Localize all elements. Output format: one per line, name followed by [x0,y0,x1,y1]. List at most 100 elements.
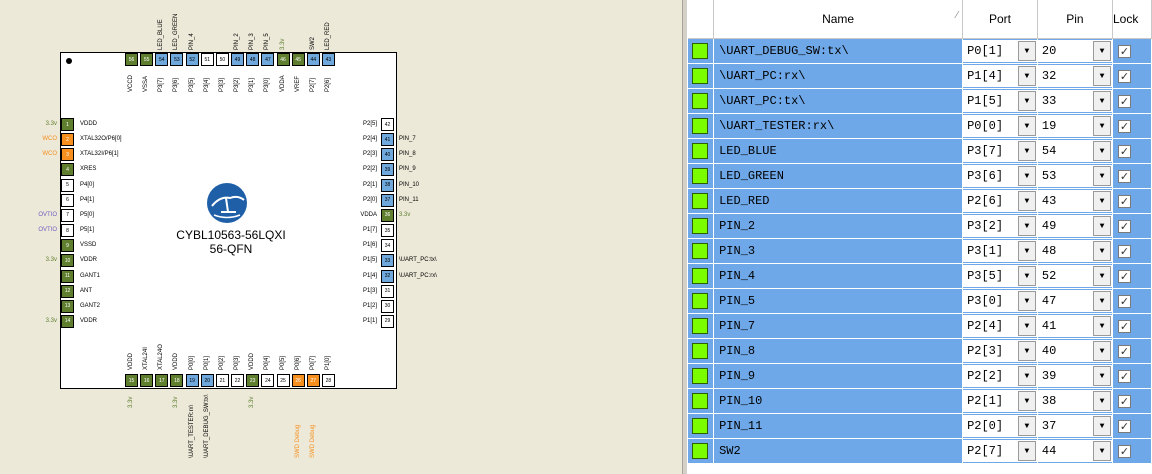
chevron-down-icon[interactable]: ▼ [1017,391,1036,411]
pin-36[interactable]: 36 [381,208,394,222]
pin-19[interactable]: 19 [185,374,199,387]
row-port-cell[interactable]: P1[5] ▼ [962,88,1038,114]
chevron-down-icon[interactable]: ▼ [1017,191,1036,211]
port-dropdown[interactable]: P0[0] ▼ [963,115,1037,137]
chevron-down-icon[interactable]: ▼ [1092,166,1111,186]
row-pin-cell[interactable]: 37 ▼ [1037,413,1113,439]
port-dropdown[interactable]: P1[5] ▼ [963,90,1037,112]
port-dropdown[interactable]: P0[1] ▼ [963,40,1037,62]
pin-dropdown[interactable]: 54 ▼ [1037,140,1112,162]
pin-dropdown[interactable]: 37 ▼ [1037,415,1112,437]
row-name-cell[interactable]: \UART_TESTER:rx\ [713,113,964,139]
row-name-cell[interactable]: PIN_7 [713,313,964,339]
port-dropdown[interactable]: P2[6] ▼ [963,190,1037,212]
row-pin-cell[interactable]: 39 ▼ [1037,363,1113,389]
header-pin[interactable]: Pin [1037,0,1113,39]
row-pin-cell[interactable]: 40 ▼ [1037,338,1113,364]
pin-dropdown[interactable]: 32 ▼ [1037,65,1112,87]
chevron-down-icon[interactable]: ▼ [1092,216,1111,236]
pin-22[interactable]: 22 [231,374,245,387]
port-dropdown[interactable]: P2[2] ▼ [963,365,1037,387]
row-port-cell[interactable]: P2[7] ▼ [962,438,1038,464]
pin-39[interactable]: 39 [381,163,394,177]
pin-32[interactable]: 32 [381,269,394,283]
chevron-down-icon[interactable]: ▼ [1092,291,1111,311]
color-swatch[interactable] [692,193,708,209]
chevron-down-icon[interactable]: ▼ [1017,116,1036,136]
table-row[interactable]: PIN_11 P2[0] ▼ 37 ▼ ✓ [688,413,1152,439]
pin-23[interactable]: 23 [246,374,260,387]
chevron-down-icon[interactable]: ▼ [1017,341,1036,361]
row-port-cell[interactable]: P3[5] ▼ [962,263,1038,289]
color-swatch[interactable] [692,268,708,284]
port-dropdown[interactable]: P3[6] ▼ [963,165,1037,187]
pin-51[interactable]: 51 [200,53,214,66]
row-lock-cell[interactable]: ✓ [1112,363,1152,389]
row-port-cell[interactable]: P0[0] ▼ [962,113,1038,139]
row-color-cell[interactable] [688,88,715,114]
row-pin-cell[interactable]: 53 ▼ [1037,163,1113,189]
chevron-down-icon[interactable]: ▼ [1017,216,1036,236]
row-color-cell[interactable] [688,388,715,414]
table-row[interactable]: \UART_PC:tx\ P1[5] ▼ 33 ▼ ✓ [688,88,1152,114]
color-swatch[interactable] [692,293,708,309]
table-row[interactable]: PIN_9 P2[2] ▼ 39 ▼ ✓ [688,363,1152,389]
pin-1[interactable]: 1 [61,118,74,131]
pin-17[interactable]: 17 [155,374,169,387]
row-port-cell[interactable]: P2[1] ▼ [962,388,1038,414]
pin-dropdown[interactable]: 49 ▼ [1037,215,1112,237]
table-row[interactable]: LED_BLUE P3[7] ▼ 54 ▼ ✓ [688,138,1152,164]
color-swatch[interactable] [692,318,708,334]
color-swatch[interactable] [692,393,708,409]
row-pin-cell[interactable]: 38 ▼ [1037,388,1113,414]
port-dropdown[interactable]: P2[3] ▼ [963,340,1037,362]
lock-checkbox[interactable]: ✓ [1117,294,1131,308]
pin-dropdown[interactable]: 20 ▼ [1037,40,1112,62]
pin-8[interactable]: 8 [61,224,74,238]
pin-55[interactable]: 55 [140,53,154,66]
row-port-cell[interactable]: P3[7] ▼ [962,138,1038,164]
chevron-down-icon[interactable]: ▼ [1092,341,1111,361]
row-color-cell[interactable] [688,363,715,389]
lock-checkbox[interactable]: ✓ [1117,369,1131,383]
pin-29[interactable]: 29 [381,314,394,328]
chevron-down-icon[interactable]: ▼ [1092,441,1111,461]
color-swatch[interactable] [692,93,708,109]
chevron-down-icon[interactable]: ▼ [1017,141,1036,161]
row-lock-cell[interactable]: ✓ [1112,438,1152,464]
pin-44[interactable]: 44 [306,53,320,66]
row-lock-cell[interactable]: ✓ [1112,63,1152,89]
row-port-cell[interactable]: P2[6] ▼ [962,188,1038,214]
row-port-cell[interactable]: P3[1] ▼ [962,238,1038,264]
pin-dropdown[interactable]: 19 ▼ [1037,115,1112,137]
pin-dropdown[interactable]: 33 ▼ [1037,90,1112,112]
row-color-cell[interactable] [688,313,715,339]
pin-42[interactable]: 42 [381,118,394,131]
pin-30[interactable]: 30 [381,299,394,313]
pin-41[interactable]: 41 [381,133,394,147]
chevron-down-icon[interactable]: ▼ [1017,66,1036,86]
chevron-down-icon[interactable]: ▼ [1092,66,1111,86]
row-name-cell[interactable]: PIN_4 [713,263,964,289]
chevron-down-icon[interactable]: ▼ [1017,366,1036,386]
row-pin-cell[interactable]: 49 ▼ [1037,213,1113,239]
chevron-down-icon[interactable]: ▼ [1092,91,1111,111]
row-color-cell[interactable] [688,238,715,264]
lock-checkbox[interactable]: ✓ [1117,169,1131,183]
row-pin-cell[interactable]: 52 ▼ [1037,263,1113,289]
pin-6[interactable]: 6 [61,193,74,207]
pin-53[interactable]: 53 [170,53,184,66]
pin-56[interactable]: 56 [125,53,138,66]
row-name-cell[interactable]: PIN_8 [713,338,964,364]
pin-28[interactable]: 28 [321,374,335,387]
row-color-cell[interactable] [688,338,715,364]
row-port-cell[interactable]: P2[3] ▼ [962,338,1038,364]
row-color-cell[interactable] [688,163,715,189]
row-name-cell[interactable]: SW2 [713,438,964,464]
header-lock[interactable]: Lock [1112,0,1152,39]
pin-25[interactable]: 25 [276,374,290,387]
port-dropdown[interactable]: P3[2] ▼ [963,215,1037,237]
chevron-down-icon[interactable]: ▼ [1092,41,1111,61]
color-swatch[interactable] [692,218,708,234]
port-dropdown[interactable]: P1[4] ▼ [963,65,1037,87]
